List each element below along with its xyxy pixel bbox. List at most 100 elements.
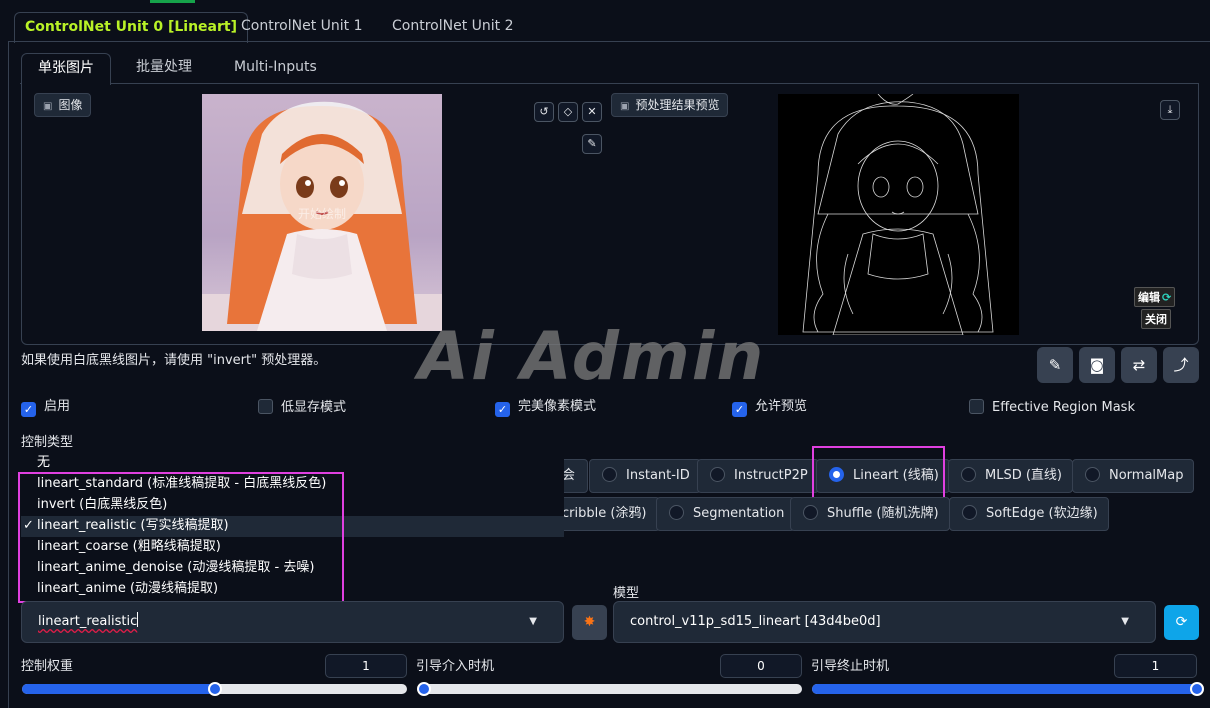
image-label-text: 图像 — [58, 98, 83, 112]
control-type-label-text: MLSD (直线) — [985, 468, 1062, 483]
text-cursor — [137, 612, 139, 627]
control-type-label-text: Segmentation — [693, 506, 785, 521]
radio — [710, 467, 725, 482]
guidance-end-input[interactable]: 1 — [1114, 654, 1197, 678]
checkbox-box: ✓ — [21, 402, 36, 417]
image-input-label: ▣ 图像 — [34, 93, 92, 117]
close-preview-button[interactable]: 关闭 — [1141, 309, 1171, 329]
slider-fill — [22, 684, 215, 694]
invert-hint: 如果使用白底黑线图片，请使用 "invert" 预处理器。 — [21, 353, 327, 368]
radio — [602, 467, 617, 482]
preview-label-text: 预处理结果预览 — [635, 98, 720, 112]
input-image[interactable]: 开始绘制 — [202, 94, 442, 331]
radio — [961, 467, 976, 482]
checkbox-label: 完美像素模式 — [518, 399, 597, 414]
control-type-label-text: NormalMap — [1109, 468, 1184, 483]
lineart-illustration — [802, 94, 994, 335]
lineart-highlight-box — [812, 446, 945, 502]
preprocessor-highlight-box — [18, 472, 344, 603]
undo-icon[interactable]: ↺ — [534, 102, 554, 122]
control-type-label-text: Instant-ID — [626, 468, 690, 483]
guidance-start-input[interactable]: 0 — [720, 654, 802, 678]
slider-fill — [812, 684, 1197, 694]
checkbox-label: Effective Region Mask — [992, 400, 1135, 415]
preprocessor-select[interactable]: lineart_realistic ▼ — [21, 601, 564, 643]
checkbox-box: ✓ — [495, 402, 510, 417]
subtab-multi-inputs[interactable]: Multi-Inputs — [218, 53, 333, 84]
watermark: Ai Admin — [418, 318, 766, 395]
region-mask-checkbox[interactable]: Effective Region Mask — [969, 399, 1135, 417]
tab-unit-1[interactable]: ControlNet Unit 1 — [231, 12, 373, 42]
tab-unit-2[interactable]: ControlNet Unit 2 — [382, 12, 524, 42]
top-accent-bar — [150, 0, 195, 3]
radio — [1085, 467, 1100, 482]
control-type-label-text: InstructP2P — [734, 468, 808, 483]
checkbox-box: ✓ — [732, 402, 747, 417]
preview-image — [778, 94, 1019, 335]
enable-checkbox[interactable]: ✓ 启用 — [21, 399, 70, 417]
model-value: control_v11p_sd15_lineart [43d4be0d] — [630, 614, 881, 629]
brush-icon[interactable]: ✎ — [582, 134, 602, 154]
control-type-partial[interactable]: 会 — [562, 459, 589, 493]
edit-button[interactable]: 编辑 ⟳ — [1134, 287, 1176, 307]
subtab-single-image[interactable]: 单张图片 — [21, 53, 111, 85]
chevron-down-icon: ▼ — [529, 616, 537, 627]
control-weight-label: 控制权重 — [21, 659, 74, 674]
draw-overlay-text: 开始绘制 — [298, 207, 347, 221]
refresh-models-icon[interactable]: ⟳ — [1164, 605, 1199, 640]
option-none[interactable]: 无 — [37, 453, 50, 473]
control-type-label-text: cribble (涂鸦) — [562, 506, 647, 521]
checkbox-label: 允许预览 — [755, 399, 808, 414]
preview-label: ▣ 预处理结果预览 — [611, 93, 729, 117]
subtab-batch[interactable]: 批量处理 — [120, 53, 208, 84]
edit-label: 编辑 — [1138, 291, 1160, 304]
control-type-label: 控制类型 — [21, 435, 74, 450]
control-type-softedge[interactable]: SoftEdge (软边缘) — [949, 497, 1109, 531]
control-weight-slider[interactable] — [22, 682, 407, 696]
swap-icon[interactable]: ⇄ — [1121, 347, 1157, 383]
eraser-icon[interactable]: ◇ — [558, 102, 578, 122]
model-select[interactable]: control_v11p_sd15_lineart [43d4be0d] ▼ — [613, 601, 1156, 643]
edit-icon: ⟳ — [1162, 291, 1172, 304]
guidance-end-slider[interactable] — [812, 682, 1204, 696]
preprocessor-value: lineart_realistic — [38, 614, 138, 629]
close-icon[interactable]: ✕ — [582, 102, 602, 122]
low-vram-checkbox[interactable]: 低显存模式 — [258, 399, 346, 417]
chevron-down-icon: ▼ — [1121, 616, 1129, 627]
control-type-segmentation[interactable]: Segmentation — [656, 497, 796, 531]
guidance-end-label: 引导终止时机 — [811, 659, 890, 674]
checkbox-label: 低显存模式 — [281, 400, 347, 415]
radio — [669, 505, 684, 520]
slider-thumb[interactable] — [207, 682, 222, 696]
control-type-label-text: Shuffle (随机洗牌) — [827, 506, 939, 521]
control-type-instant-id[interactable]: Instant-ID — [589, 459, 701, 493]
tab-unit-0[interactable]: ControlNet Unit 0 [Lineart] — [14, 12, 248, 43]
control-type-normalmap[interactable]: NormalMap — [1072, 459, 1195, 493]
checkbox-box — [258, 399, 273, 414]
camera-icon[interactable]: ◙ — [1079, 347, 1115, 383]
run-preprocessor-icon[interactable]: ✸ — [572, 605, 607, 640]
control-type-label-text: SoftEdge (软边缘) — [986, 506, 1098, 521]
guidance-start-slider[interactable] — [417, 682, 802, 696]
notes-icon[interactable]: ✎ — [1037, 347, 1073, 383]
control-type-mlsd[interactable]: MLSD (直线) — [948, 459, 1073, 493]
checkbox-box — [969, 399, 984, 414]
image-icon: ▣ — [43, 101, 53, 112]
slider-thumb[interactable] — [417, 682, 431, 696]
model-label: 模型 — [613, 586, 640, 601]
radio — [962, 505, 977, 520]
download-icon[interactable]: ⤓ — [1160, 100, 1180, 120]
checkbox-label: 启用 — [44, 399, 71, 414]
guidance-start-label: 引导介入时机 — [416, 659, 495, 674]
send-dimensions-icon[interactable]: ⤴ — [1163, 347, 1199, 383]
pixel-perfect-checkbox[interactable]: ✓ 完美像素模式 — [495, 399, 596, 417]
radio — [803, 505, 818, 520]
control-weight-input[interactable]: 1 — [325, 654, 407, 678]
allow-preview-checkbox[interactable]: ✓ 允许预览 — [732, 399, 807, 417]
control-type-scribble[interactable]: cribble (涂鸦) — [562, 497, 660, 531]
image-area — [21, 83, 1199, 345]
slider-thumb[interactable] — [1190, 682, 1204, 696]
image-icon: ▣ — [620, 101, 630, 112]
control-type-shuffle[interactable]: Shuffle (随机洗牌) — [790, 497, 950, 531]
control-type-instructp2p[interactable]: InstructP2P — [697, 459, 819, 493]
